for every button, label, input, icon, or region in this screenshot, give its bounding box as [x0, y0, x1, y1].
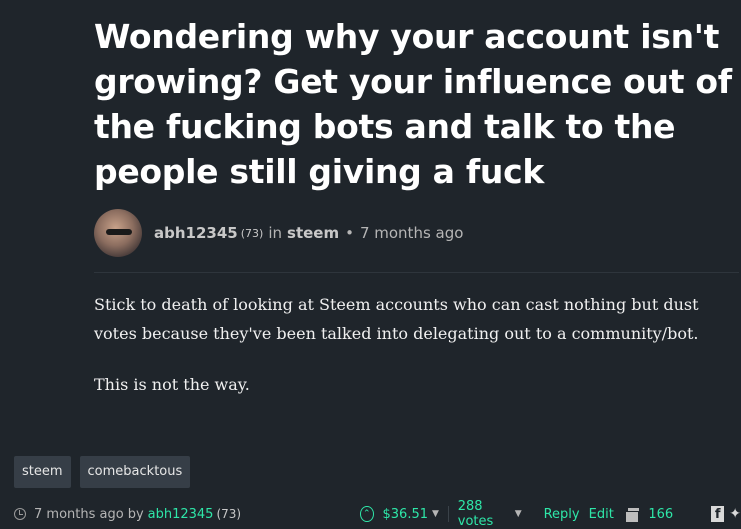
edit-link[interactable]: Edit — [589, 507, 614, 522]
comments-count[interactable]: 166 — [648, 507, 673, 522]
in-label: in — [268, 224, 283, 242]
post-body: Stick to death of looking at Steem accou… — [94, 290, 739, 421]
post-time[interactable]: 7 months ago — [360, 224, 463, 242]
payout-value[interactable]: $36.51 — [383, 507, 429, 522]
author-avatar[interactable] — [94, 209, 142, 257]
author-reputation: (73) — [240, 226, 264, 240]
post-title: Wondering why your account isn't growing… — [94, 17, 732, 191]
author-link[interactable]: abh12345 — [154, 224, 238, 242]
votes-dropdown-icon[interactable]: ▼ — [515, 509, 522, 519]
body-paragraph: This is not the way. — [94, 375, 250, 394]
post-meta: abh12345 (73) in steem • 7 months ago — [94, 208, 463, 258]
reply-link[interactable]: Reply — [544, 507, 580, 522]
tag-comebacktous[interactable]: comebacktous — [79, 456, 191, 488]
votes-count[interactable]: 288 votes — [458, 499, 511, 529]
tag-list: steem comebacktous — [14, 456, 191, 488]
footer-time[interactable]: 7 months ago — [34, 507, 124, 522]
separator — [447, 506, 449, 522]
footer-by-label: by — [127, 506, 144, 522]
twitter-icon[interactable]: ✦ — [729, 506, 741, 522]
post-footer: 7 months ago by abh12345 (73) ⌃ $36.51 ▼… — [14, 499, 741, 529]
upvote-chevron-icon[interactable]: ⌃ — [360, 506, 374, 522]
comments-icon[interactable] — [624, 508, 640, 523]
body-paragraph: Stick to death of looking at Steem accou… — [94, 295, 699, 343]
separator-bullet: • — [345, 224, 354, 242]
divider — [94, 272, 739, 273]
clock-icon — [14, 508, 26, 520]
facebook-icon[interactable]: f — [711, 506, 725, 522]
community-link[interactable]: steem — [287, 224, 339, 242]
payout-dropdown-icon[interactable]: ▼ — [432, 509, 439, 519]
tag-steem[interactable]: steem — [14, 456, 71, 488]
footer-reputation: (73) — [216, 507, 242, 521]
footer-author-link[interactable]: abh12345 — [148, 507, 214, 522]
